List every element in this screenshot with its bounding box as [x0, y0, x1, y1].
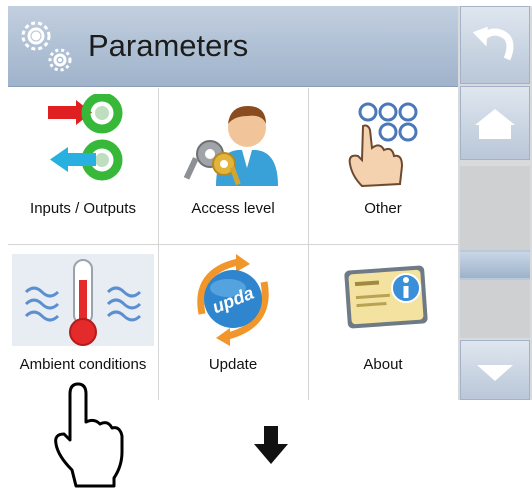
- gears-icon: [21, 21, 72, 72]
- down-arrow-icon: [254, 426, 288, 464]
- tile-label: Inputs / Outputs: [30, 200, 136, 217]
- tile-label: About: [363, 356, 403, 373]
- tile-label: Other: [364, 200, 402, 217]
- page-title: Parameters: [88, 28, 249, 63]
- info-card-icon: [344, 265, 428, 329]
- settings-grid: Inputs / Outputs Access level Other Ambi…: [8, 88, 458, 400]
- back-button[interactable]: [460, 6, 530, 84]
- undo-arrow-icon: [472, 26, 514, 61]
- update-icon: upda: [197, 254, 269, 346]
- home-button[interactable]: [460, 86, 530, 160]
- tile-about[interactable]: About: [308, 244, 458, 400]
- down-arrow-icon: [477, 365, 513, 381]
- sidebar: [458, 6, 532, 400]
- hand-pointer-icon: [54, 382, 124, 488]
- tile-label: Update: [208, 356, 258, 373]
- home-icon: [475, 109, 515, 139]
- scrollbar-thumb[interactable]: [460, 250, 530, 280]
- inputs-outputs-icon: [48, 94, 123, 181]
- parameters-screen: Parameters Inputs / Outputs Access level…: [0, 0, 532, 493]
- scroll-down-button[interactable]: [460, 340, 530, 400]
- user-keys-icon: [183, 106, 278, 186]
- tile-label: Ambient conditions: [19, 356, 147, 373]
- tile-label: Access level: [191, 200, 275, 217]
- tile-other[interactable]: Other: [308, 88, 458, 244]
- touch-dots-icon: [348, 102, 418, 188]
- grid-divider: [8, 244, 458, 245]
- thermometer-icon: [12, 254, 154, 346]
- tile-ambient-conditions[interactable]: Ambient conditions: [8, 244, 158, 400]
- tile-update[interactable]: upda Update: [158, 244, 308, 400]
- tile-access-level[interactable]: Access level: [158, 88, 308, 244]
- header-bar: Parameters: [8, 6, 458, 87]
- tile-inputs-outputs[interactable]: Inputs / Outputs: [8, 88, 158, 244]
